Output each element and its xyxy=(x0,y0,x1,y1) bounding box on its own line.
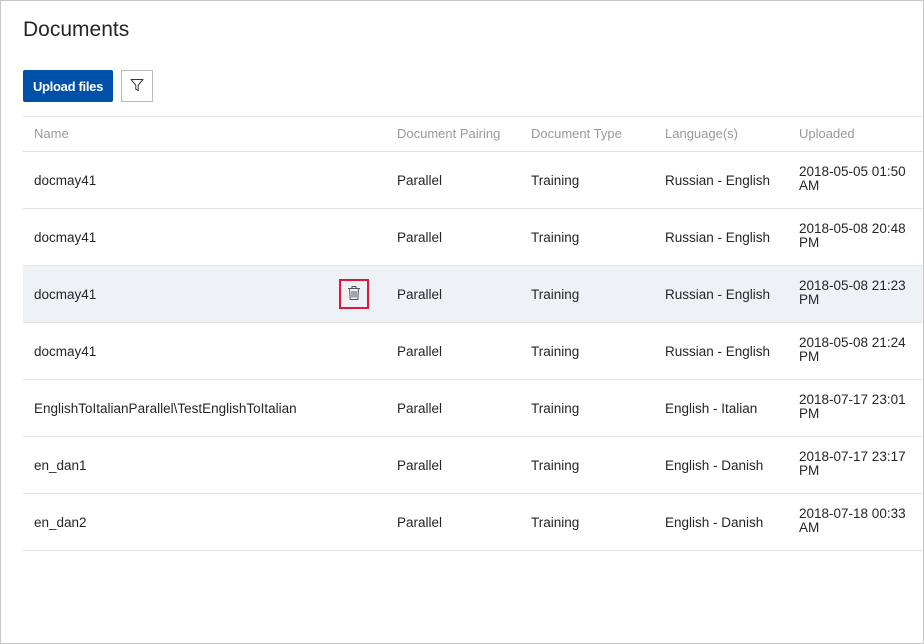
document-uploaded: 2018-07-17 23:17 PM xyxy=(799,449,906,478)
table-row[interactable]: docmay41 Parallel Training Russian - Eng… xyxy=(23,323,923,380)
document-type: Training xyxy=(531,401,580,416)
filter-button[interactable] xyxy=(121,70,153,102)
document-type: Training xyxy=(531,287,580,302)
document-pairing: Parallel xyxy=(397,515,443,530)
document-uploaded: 2018-05-08 21:23 PM xyxy=(799,278,906,307)
document-type: Training xyxy=(531,515,580,530)
table-row[interactable]: en_dan2 Parallel Training English - Dani… xyxy=(23,494,923,551)
document-type: Training xyxy=(531,458,580,473)
column-header-name[interactable]: Name xyxy=(34,126,69,141)
document-name: docmay41 xyxy=(34,344,97,359)
trash-icon xyxy=(347,285,361,304)
document-uploaded: 2018-05-08 21:24 PM xyxy=(799,335,906,364)
document-language: English - Danish xyxy=(665,458,764,473)
document-pairing: Parallel xyxy=(397,401,443,416)
document-pairing: Parallel xyxy=(397,344,443,359)
table-row[interactable]: EnglishToItalianParallel\TestEnglishToIt… xyxy=(23,380,923,437)
document-name: en_dan2 xyxy=(34,515,87,530)
document-language: Russian - English xyxy=(665,344,771,359)
document-pairing: Parallel xyxy=(397,230,443,245)
upload-files-button[interactable]: Upload files xyxy=(23,70,113,102)
table-row[interactable]: en_dan1 Parallel Training English - Dani… xyxy=(23,437,923,494)
column-header-document-type[interactable]: Document Type xyxy=(531,126,622,141)
document-name: EnglishToItalianParallel\TestEnglishToIt… xyxy=(34,401,297,416)
document-language: English - Italian xyxy=(665,401,758,416)
document-uploaded: 2018-05-08 20:48 PM xyxy=(799,221,906,250)
document-type: Training xyxy=(531,230,580,245)
document-type: Training xyxy=(531,344,580,359)
document-language: Russian - English xyxy=(665,230,771,245)
document-name: docmay41 xyxy=(34,230,97,245)
document-language: Russian - English xyxy=(665,287,771,302)
document-pairing: Parallel xyxy=(397,458,443,473)
document-name: docmay41 xyxy=(34,287,97,302)
document-language: English - Danish xyxy=(665,515,764,530)
page-title: Documents xyxy=(23,18,130,41)
table-row[interactable]: docmay41 Parallel Training Russian - Eng… xyxy=(23,209,923,266)
delete-document-button[interactable] xyxy=(339,279,369,309)
column-header-languages[interactable]: Language(s) xyxy=(665,126,738,141)
column-header-uploaded[interactable]: Uploaded xyxy=(799,126,855,141)
document-language: Russian - English xyxy=(665,173,771,188)
document-name: en_dan1 xyxy=(34,458,87,473)
filter-icon xyxy=(130,78,144,95)
document-type: Training xyxy=(531,173,580,188)
document-uploaded: 2018-07-17 23:01 PM xyxy=(799,392,906,421)
column-header-document-pairing[interactable]: Document Pairing xyxy=(397,126,500,141)
document-pairing: Parallel xyxy=(397,287,443,302)
documents-panel: Documents Upload files Name Document Pai… xyxy=(0,0,924,644)
table-row-hovered[interactable]: docmay41 Parallel Training Russian - Eng… xyxy=(23,266,923,323)
document-name: docmay41 xyxy=(34,173,97,188)
table-row[interactable]: docmay41 Parallel Training Russian - Eng… xyxy=(23,152,923,209)
documents-table: Name Document Pairing Document Type Lang… xyxy=(23,116,923,551)
document-uploaded: 2018-07-18 00:33 AM xyxy=(799,506,906,535)
table-header: Name Document Pairing Document Type Lang… xyxy=(23,116,923,152)
document-pairing: Parallel xyxy=(397,173,443,188)
document-uploaded: 2018-05-05 01:50 AM xyxy=(799,164,906,193)
